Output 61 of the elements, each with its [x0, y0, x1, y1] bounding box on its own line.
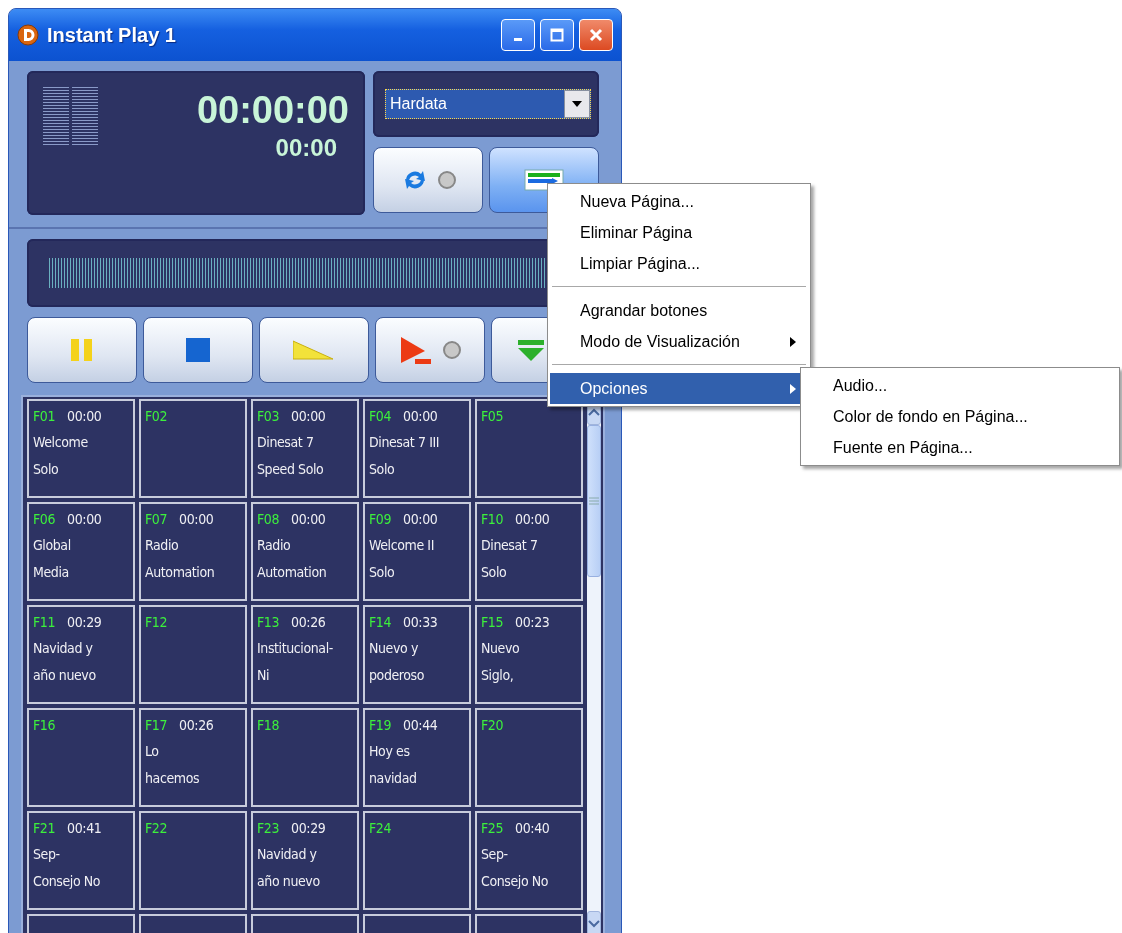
- pause-button[interactable]: [27, 317, 137, 383]
- close-icon: [589, 28, 603, 42]
- menu-item[interactable]: Color de fondo en Página...: [803, 401, 1117, 432]
- cart-button[interactable]: F08 00:00 Radio Automation: [251, 502, 359, 601]
- cart-button[interactable]: F15 00:23 Nuevo Siglo,: [475, 605, 583, 704]
- scroll-down-icon: [588, 920, 600, 928]
- app-logo-icon: [17, 24, 39, 46]
- menu-item[interactable]: Agrandar botones: [550, 295, 808, 326]
- cart-button[interactable]: F21 00:41 Sep- Consejo No: [27, 811, 135, 910]
- cart-button[interactable]: F16: [27, 708, 135, 807]
- loop-button[interactable]: [373, 147, 483, 213]
- cart-button[interactable]: F24: [363, 811, 471, 910]
- cart-button[interactable]: F05: [475, 399, 583, 498]
- pause-icon: [69, 337, 95, 363]
- cart-button[interactable]: F02: [139, 399, 247, 498]
- remaining-time: 00:00: [275, 133, 338, 163]
- cart-button[interactable]: F06 00:00 Global Media: [27, 502, 135, 601]
- cart-button[interactable]: F22: [139, 811, 247, 910]
- submenu-arrow-icon: [790, 336, 796, 347]
- cart-button[interactable]: F03 00:00 Dinesat 7 Speed Solo: [251, 399, 359, 498]
- cart-button[interactable]: F17 00:26 Lo hacemos: [139, 708, 247, 807]
- cart-button[interactable]: F20: [475, 708, 583, 807]
- stop-icon: [185, 337, 211, 363]
- dropdown-arrow-icon: [572, 101, 582, 107]
- maximize-button[interactable]: [540, 19, 574, 51]
- cart-button[interactable]: F23 00:29 Navidad y año nuevo: [251, 811, 359, 910]
- minimize-icon: [514, 37, 522, 41]
- cart-button[interactable]: F12: [139, 605, 247, 704]
- cart-button[interactable]: F10 00:00 Dinesat 7 Solo: [475, 502, 583, 601]
- cart-button[interactable]: F18: [251, 708, 359, 807]
- submenu-arrow-icon: [790, 383, 796, 394]
- close-button[interactable]: [579, 19, 613, 51]
- indicator-icon: [438, 171, 456, 189]
- page-dropdown[interactable]: Hardata: [385, 89, 591, 119]
- cart-button[interactable]: F04 00:00 Dinesat 7 III Solo: [363, 399, 471, 498]
- elapsed-time: 00:00:00: [196, 88, 349, 133]
- cart-button[interactable]: F07 00:00 Radio Automation: [139, 502, 247, 601]
- play-button[interactable]: [375, 317, 485, 383]
- minimize-button[interactable]: [501, 19, 535, 51]
- menu-item[interactable]: Modo de Visualización: [550, 326, 808, 357]
- fade-button[interactable]: [259, 317, 369, 383]
- cart-button[interactable]: F13 00:26 Institucional- Ni: [251, 605, 359, 704]
- menu-item[interactable]: Limpiar Página...: [550, 248, 808, 279]
- level-meters-drawing: [43, 87, 98, 147]
- cart-button[interactable]: F01 00:00 Welcome Solo: [27, 399, 135, 498]
- menu-item[interactable]: Fuente en Página...: [803, 432, 1117, 463]
- cart-button[interactable]: F25 00:40 Sep- Consejo No: [475, 811, 583, 910]
- cart-button[interactable]: F14 00:33 Nuevo y poderoso: [363, 605, 471, 704]
- window-title: Instant Play 1: [47, 23, 177, 47]
- scroll-up-icon: [588, 408, 600, 416]
- menu-item[interactable]: Nueva Página...: [550, 186, 808, 217]
- cart-button[interactable]: F09 00:00 Welcome II Solo: [363, 502, 471, 601]
- cart-button[interactable]: F19 00:44 Hoy es navidad: [363, 708, 471, 807]
- menu-item[interactable]: Eliminar Página: [550, 217, 808, 248]
- indicator-icon: [443, 341, 461, 359]
- grip-icon: [589, 497, 599, 505]
- maximize-icon: [550, 28, 564, 42]
- down-arrow-icon: [516, 338, 546, 362]
- stop-button[interactable]: [143, 317, 253, 383]
- cart-button[interactable]: F11 00:29 Navidad y año nuevo: [27, 605, 135, 704]
- fade-icon: [293, 339, 335, 361]
